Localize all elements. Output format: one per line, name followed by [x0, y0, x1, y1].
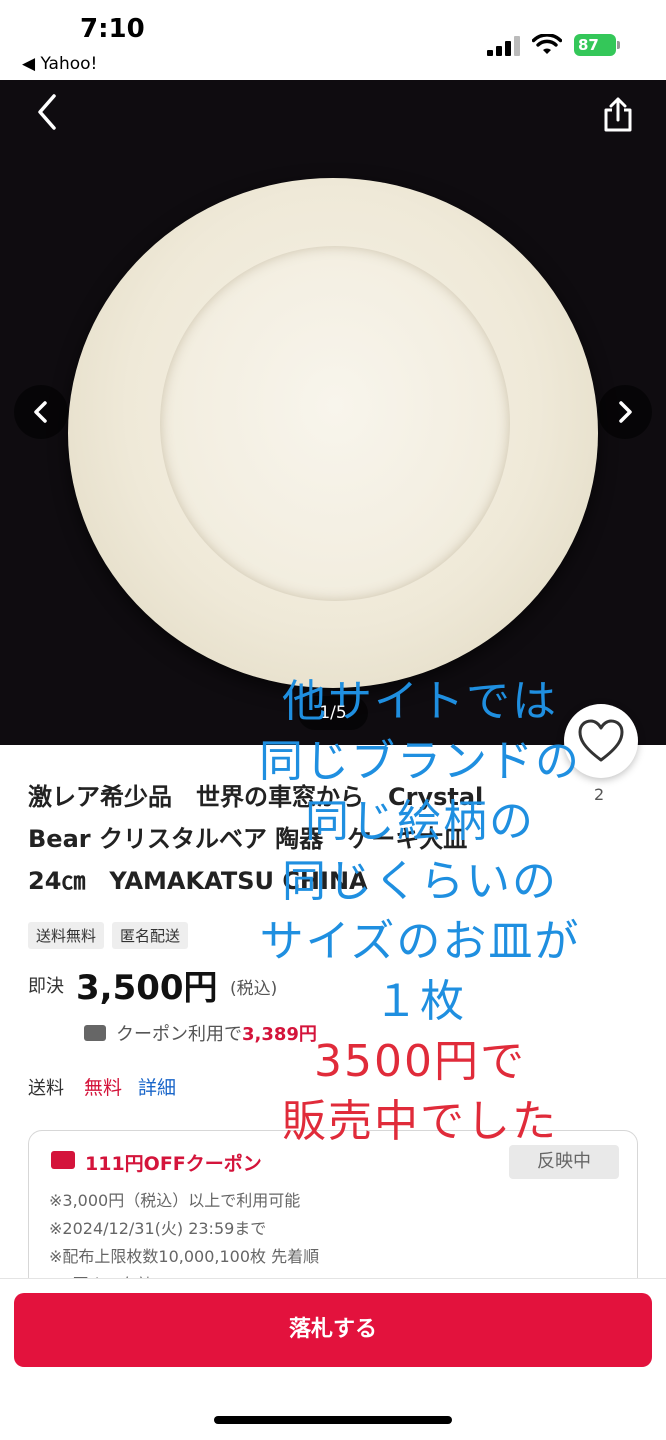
tag-free-shipping: 送料無料: [28, 922, 105, 949]
share-icon: [604, 97, 632, 132]
back-to-app-link[interactable]: ◀ Yahoo!: [22, 54, 97, 74]
annotation-line: １枚: [374, 976, 466, 1027]
annotation-line: 販売中でした: [282, 1096, 558, 1147]
buy-now-price: 3,500円: [76, 968, 218, 1008]
chevron-left-icon: [34, 401, 47, 423]
buy-button[interactable]: 落札する: [14, 1293, 652, 1367]
shipping-value: 無料: [84, 1077, 123, 1099]
next-photo-button[interactable]: [598, 385, 652, 439]
shipping-label: 送料: [28, 1078, 64, 1099]
tag-anonymous-shipping: 匿名配送: [112, 922, 189, 949]
status-bar: 7:10 ◀ Yahoo! 87: [0, 0, 666, 80]
plate-center: [160, 246, 510, 601]
annotation-line: 同じくらいの: [282, 856, 558, 907]
item-detail-page: 7:10 ◀ Yahoo! 87 1/5 2 激レア希少品 世界の車窓から Cr…: [0, 0, 666, 1440]
coupon-ticket-icon: [51, 1151, 75, 1169]
wifi-icon: [532, 34, 562, 54]
coupon-condition: ※2024/12/31(火) 23:59まで: [49, 1219, 267, 1238]
annotation-line: 3500円で: [314, 1036, 526, 1087]
status-time: 7:10: [80, 14, 145, 44]
chevron-left-icon: [38, 94, 56, 130]
buy-now-label: 即決: [28, 976, 64, 997]
annotation-overlay: 他サイトでは 同じブランドの 同じ絵柄の 同じくらいの サイズのお皿が １枚 3…: [200, 672, 640, 1152]
back-button[interactable]: [30, 92, 70, 136]
annotation-line: 同じブランドの: [259, 736, 581, 787]
prev-photo-button[interactable]: [14, 385, 68, 439]
home-indicator[interactable]: [214, 1416, 452, 1424]
cellular-signal-icon: [487, 36, 521, 56]
coupon-condition: ※3,000円（税込）以上で利用可能: [49, 1191, 301, 1210]
annotation-line: サイズのお皿が: [259, 916, 581, 967]
battery-icon: 87: [574, 34, 620, 56]
coupon-condition: ※配布上限枚数10,000,100枚 先着順: [49, 1247, 320, 1266]
share-button[interactable]: [600, 96, 636, 134]
annotation-line: 同じ絵柄の: [305, 796, 535, 847]
item-photo[interactable]: [0, 80, 666, 745]
item-tags: 送料無料 匿名配送: [28, 922, 189, 949]
coupon-icon: [84, 1025, 106, 1041]
chevron-right-icon: [619, 401, 632, 423]
battery-level: 87: [574, 34, 616, 56]
annotation-line: 他サイトでは: [282, 676, 558, 727]
shipping-detail-link[interactable]: 詳細: [138, 1073, 176, 1100]
coupon-title: 111円OFFクーポン: [85, 1153, 262, 1175]
